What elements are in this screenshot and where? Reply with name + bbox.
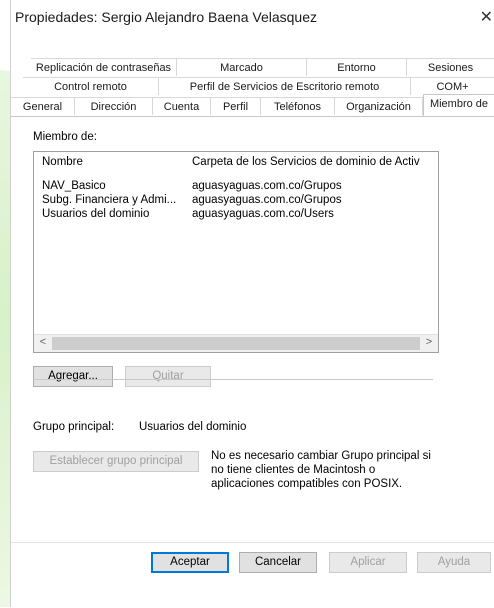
apply-button[interactable]: Aplicar — [329, 552, 407, 573]
primary-group-label: Grupo principal: — [33, 421, 115, 433]
footer-divider — [11, 542, 494, 543]
cancel-button[interactable]: Cancelar — [239, 552, 317, 573]
tab-profile[interactable]: Perfil — [211, 97, 261, 115]
title-bar: Propiedades: Sergio Alejandro Baena Vela… — [11, 0, 494, 34]
tab-row-1: Replicación de contraseñas Marcado Entor… — [11, 58, 494, 76]
list-header: Nombre Carpeta de los Servicios de domin… — [34, 152, 438, 172]
tab-remote-control[interactable]: Control remoto — [23, 77, 159, 95]
tab-environment[interactable]: Entorno — [307, 58, 407, 76]
tab-general[interactable]: General — [11, 97, 75, 115]
tab-com-plus[interactable]: COM+ — [411, 77, 494, 95]
table-row[interactable]: NAV_Basico aguasyaguas.com.co/Grupos — [34, 180, 438, 194]
groups-list[interactable]: Nombre Carpeta de los Servicios de domin… — [33, 151, 439, 353]
tab-organization[interactable]: Organización — [335, 97, 423, 115]
horizontal-scrollbar[interactable]: < > — [34, 334, 438, 352]
primary-group-value: Usuarios del dominio — [139, 421, 247, 433]
group-name: NAV_Basico — [42, 180, 106, 192]
group-folder: aguasyaguas.com.co/Grupos — [192, 180, 342, 192]
scroll-right-icon[interactable]: > — [421, 336, 437, 351]
section-divider — [33, 379, 433, 380]
add-button[interactable]: Agregar... — [33, 366, 113, 387]
help-button[interactable]: Ayuda — [417, 552, 491, 573]
tab-strip: Replicación de contraseñas Marcado Entor… — [11, 56, 494, 120]
ok-button[interactable]: Aceptar — [151, 552, 229, 573]
remove-button[interactable]: Quitar — [125, 366, 211, 387]
member-of-panel: Miembro de: Nombre Carpeta de los Servic… — [11, 116, 494, 608]
primary-group-note: No es necesario cambiar Grupo principal … — [211, 450, 431, 490]
group-folder: aguasyaguas.com.co/Grupos — [192, 194, 342, 206]
window-title: Propiedades: Sergio Alejandro Baena Vela… — [15, 9, 317, 25]
tab-row-3: General Dirección Cuenta Perfil Teléfono… — [11, 94, 494, 116]
column-header-folder[interactable]: Carpeta de los Servicios de dominio de A… — [192, 156, 420, 168]
tab-rds-profile[interactable]: Perfil de Servicios de Escritorio remoto — [159, 77, 411, 95]
tab-sessions[interactable]: Sesiones — [407, 58, 494, 76]
tab-account[interactable]: Cuenta — [153, 97, 211, 115]
tab-password-replication[interactable]: Replicación de contraseñas — [31, 58, 177, 76]
tab-dial-in[interactable]: Marcado — [177, 58, 307, 76]
table-row[interactable]: Usuarios del dominio aguasyaguas.com.co/… — [34, 208, 438, 222]
table-row[interactable]: Subg. Financiera y Admi... aguasyaguas.c… — [34, 194, 438, 208]
tab-telephones[interactable]: Teléfonos — [261, 97, 335, 115]
scroll-left-icon[interactable]: < — [35, 336, 51, 351]
close-icon[interactable]: ✕ — [480, 7, 493, 27]
member-of-label: Miembro de: — [33, 131, 97, 143]
tab-member-of[interactable]: Miembro de — [423, 94, 494, 116]
tab-address[interactable]: Dirección — [75, 97, 153, 115]
tab-row-2: Control remoto Perfil de Servicios de Es… — [11, 77, 494, 95]
group-name: Subg. Financiera y Admi... — [42, 194, 177, 206]
set-primary-group-button[interactable]: Establecer grupo principal — [33, 451, 199, 472]
group-name: Usuarios del dominio — [42, 208, 150, 220]
properties-dialog: Propiedades: Sergio Alejandro Baena Vela… — [10, 0, 494, 608]
scroll-thumb[interactable] — [52, 337, 420, 350]
column-header-name[interactable]: Nombre — [42, 156, 83, 168]
group-folder: aguasyaguas.com.co/Users — [192, 208, 334, 220]
